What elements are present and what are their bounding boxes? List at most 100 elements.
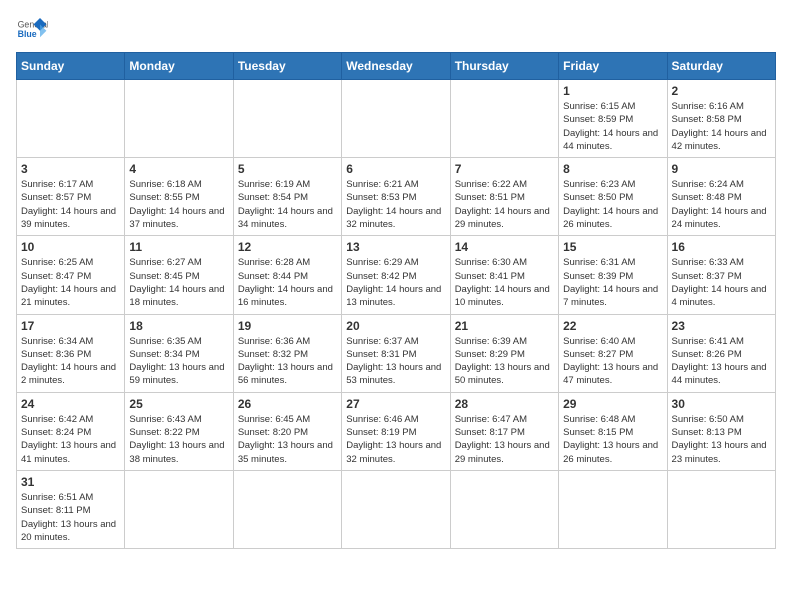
day-info: Sunrise: 6:30 AM Sunset: 8:41 PM Dayligh… [455,256,554,309]
day-number: 28 [455,397,554,411]
day-number: 18 [129,319,228,333]
day-number: 1 [563,84,662,98]
day-info: Sunrise: 6:37 AM Sunset: 8:31 PM Dayligh… [346,335,445,388]
day-number: 7 [455,162,554,176]
day-number: 5 [238,162,337,176]
calendar-cell: 17Sunrise: 6:34 AM Sunset: 8:36 PM Dayli… [17,314,125,392]
day-number: 12 [238,240,337,254]
day-number: 26 [238,397,337,411]
day-number: 6 [346,162,445,176]
calendar-cell: 2 Sunrise: 6:16 AM Sunset: 8:58 PM Daylig… [667,80,775,158]
weekday-header-thursday: Thursday [450,53,558,80]
day-info: Sunrise: 6:36 AM Sunset: 8:32 PM Dayligh… [238,335,337,388]
day-info: Sunrise: 6:39 AM Sunset: 8:29 PM Dayligh… [455,335,554,388]
day-info: Sunrise: 6:41 AM Sunset: 8:26 PM Dayligh… [672,335,771,388]
calendar-cell: 19 Sunrise: 6:36 AM Sunset: 8:32 PM Dayli… [233,314,341,392]
day-number: 15 [563,240,662,254]
calendar-week-6: 31 Sunrise: 6:51 AM Sunset: 8:11 PM Dayli… [17,470,776,548]
calendar-cell [233,470,341,548]
day-number: 29 [563,397,662,411]
day-number: 10 [21,240,120,254]
generalblue-logo-icon: General Blue [16,16,48,44]
day-info: Sunrise: 6:29 AM Sunset: 8:42 PM Dayligh… [346,256,445,309]
calendar-week-1: 1 Sunrise: 6:15 AM Sunset: 8:59 PM Daylig… [17,80,776,158]
calendar-cell: 20 Sunrise: 6:37 AM Sunset: 8:31 PM Dayli… [342,314,450,392]
calendar-cell [559,470,667,548]
calendar-cell: 27Sunrise: 6:46 AM Sunset: 8:19 PM Dayli… [342,392,450,470]
day-info: Sunrise: 6:47 AM Sunset: 8:17 PM Dayligh… [455,413,554,466]
logo: General Blue [16,16,48,44]
day-number: 23 [672,319,771,333]
day-info: Sunrise: 6:23 AM Sunset: 8:50 PM Dayligh… [563,178,662,231]
day-number: 31 [21,475,120,489]
weekday-header-monday: Monday [125,53,233,80]
calendar-week-2: 3Sunrise: 6:17 AM Sunset: 8:57 PM Daylig… [17,158,776,236]
calendar-cell: 21 Sunrise: 6:39 AM Sunset: 8:29 PM Dayli… [450,314,558,392]
weekday-header-saturday: Saturday [667,53,775,80]
calendar-cell: 1 Sunrise: 6:15 AM Sunset: 8:59 PM Daylig… [559,80,667,158]
day-info: Sunrise: 6:15 AM Sunset: 8:59 PM Dayligh… [563,100,662,153]
day-number: 20 [346,319,445,333]
svg-text:Blue: Blue [18,29,37,39]
day-info: Sunrise: 6:25 AM Sunset: 8:47 PM Dayligh… [21,256,120,309]
day-number: 16 [672,240,771,254]
calendar-cell: 3Sunrise: 6:17 AM Sunset: 8:57 PM Daylig… [17,158,125,236]
day-number: 9 [672,162,771,176]
calendar-week-5: 24 Sunrise: 6:42 AM Sunset: 8:24 PM Dayli… [17,392,776,470]
day-info: Sunrise: 6:42 AM Sunset: 8:24 PM Dayligh… [21,413,120,466]
day-info: Sunrise: 6:28 AM Sunset: 8:44 PM Dayligh… [238,256,337,309]
day-info: Sunrise: 6:22 AM Sunset: 8:51 PM Dayligh… [455,178,554,231]
day-info: Sunrise: 6:35 AM Sunset: 8:34 PM Dayligh… [129,335,228,388]
calendar-cell: 10 Sunrise: 6:25 AM Sunset: 8:47 PM Dayli… [17,236,125,314]
calendar-cell: 22Sunrise: 6:40 AM Sunset: 8:27 PM Dayli… [559,314,667,392]
calendar-cell: 16 Sunrise: 6:33 AM Sunset: 8:37 PM Dayli… [667,236,775,314]
day-info: Sunrise: 6:18 AM Sunset: 8:55 PM Dayligh… [129,178,228,231]
day-info: Sunrise: 6:31 AM Sunset: 8:39 PM Dayligh… [563,256,662,309]
weekday-header-friday: Friday [559,53,667,80]
day-info: Sunrise: 6:43 AM Sunset: 8:22 PM Dayligh… [129,413,228,466]
calendar-cell: 14 Sunrise: 6:30 AM Sunset: 8:41 PM Dayli… [450,236,558,314]
calendar-cell [125,470,233,548]
calendar-cell [17,80,125,158]
weekday-header-row: SundayMondayTuesdayWednesdayThursdayFrid… [17,53,776,80]
day-info: Sunrise: 6:51 AM Sunset: 8:11 PM Dayligh… [21,491,120,544]
day-number: 27 [346,397,445,411]
calendar-cell: 25Sunrise: 6:43 AM Sunset: 8:22 PM Dayli… [125,392,233,470]
day-info: Sunrise: 6:40 AM Sunset: 8:27 PM Dayligh… [563,335,662,388]
day-number: 13 [346,240,445,254]
calendar-cell: 15 Sunrise: 6:31 AM Sunset: 8:39 PM Dayli… [559,236,667,314]
calendar-table: SundayMondayTuesdayWednesdayThursdayFrid… [16,52,776,549]
day-number: 17 [21,319,120,333]
day-number: 24 [21,397,120,411]
calendar-cell [450,80,558,158]
day-number: 19 [238,319,337,333]
page-header: General Blue [16,16,776,44]
day-number: 2 [672,84,771,98]
calendar-cell: 7 Sunrise: 6:22 AM Sunset: 8:51 PM Daylig… [450,158,558,236]
day-info: Sunrise: 6:45 AM Sunset: 8:20 PM Dayligh… [238,413,337,466]
weekday-header-sunday: Sunday [17,53,125,80]
day-number: 30 [672,397,771,411]
calendar-cell: 6 Sunrise: 6:21 AM Sunset: 8:53 PM Daylig… [342,158,450,236]
day-info: Sunrise: 6:24 AM Sunset: 8:48 PM Dayligh… [672,178,771,231]
calendar-cell: 29Sunrise: 6:48 AM Sunset: 8:15 PM Dayli… [559,392,667,470]
calendar-week-4: 17Sunrise: 6:34 AM Sunset: 8:36 PM Dayli… [17,314,776,392]
calendar-cell: 31 Sunrise: 6:51 AM Sunset: 8:11 PM Dayli… [17,470,125,548]
day-number: 14 [455,240,554,254]
day-number: 21 [455,319,554,333]
day-info: Sunrise: 6:17 AM Sunset: 8:57 PM Dayligh… [21,178,120,231]
day-info: Sunrise: 6:33 AM Sunset: 8:37 PM Dayligh… [672,256,771,309]
calendar-week-3: 10 Sunrise: 6:25 AM Sunset: 8:47 PM Dayli… [17,236,776,314]
calendar-cell: 28 Sunrise: 6:47 AM Sunset: 8:17 PM Dayli… [450,392,558,470]
day-info: Sunrise: 6:16 AM Sunset: 8:58 PM Dayligh… [672,100,771,153]
calendar-cell: 12 Sunrise: 6:28 AM Sunset: 8:44 PM Dayli… [233,236,341,314]
calendar-cell: 9 Sunrise: 6:24 AM Sunset: 8:48 PM Daylig… [667,158,775,236]
calendar-cell: 5Sunrise: 6:19 AM Sunset: 8:54 PM Daylig… [233,158,341,236]
weekday-header-tuesday: Tuesday [233,53,341,80]
calendar-cell [450,470,558,548]
day-number: 4 [129,162,228,176]
day-info: Sunrise: 6:21 AM Sunset: 8:53 PM Dayligh… [346,178,445,231]
calendar-cell: 18 Sunrise: 6:35 AM Sunset: 8:34 PM Dayli… [125,314,233,392]
calendar-cell [342,80,450,158]
calendar-cell: 13 Sunrise: 6:29 AM Sunset: 8:42 PM Dayli… [342,236,450,314]
